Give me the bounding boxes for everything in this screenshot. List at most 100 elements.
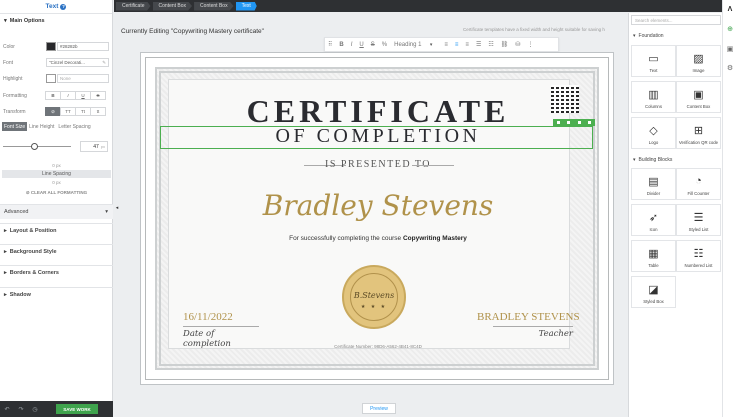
save-button[interactable]: SAVE WORK [56,404,98,414]
layers-icon[interactable]: ▣ [725,44,735,54]
drag-handle-icon[interactable]: ⠿ [328,41,332,48]
teacher-name[interactable]: BRADLEY STEVENS [477,311,580,323]
transform-capitalize-button[interactable]: Tt [75,107,91,116]
element-styled-list[interactable]: ☰ Styled List [676,204,721,236]
transform-upper-button[interactable]: TT [60,107,76,116]
panel-title: Text [45,3,59,10]
toolbar-strike[interactable]: S [371,42,375,48]
color-swatch[interactable] [46,42,56,51]
list-icon[interactable]: ☰ [476,41,481,48]
toolbar-italic[interactable]: I [351,42,353,48]
underline-button[interactable]: U [75,91,91,100]
section-background-style[interactable]: ▸ Background Style [0,244,113,259]
element-icon[interactable]: ➶ Icon [631,204,676,236]
certificate-number[interactable]: Certificate Number: 98D6-A562-4B41-8C4D [141,344,615,349]
group-building-blocks[interactable]: ▾ Building Blocks [629,155,723,165]
italic-button[interactable]: I [60,91,76,100]
transform-none-button[interactable]: ⊘ [45,107,61,116]
move-icon[interactable] [556,121,560,124]
left-panel: Text ? ▾ Main Options Color #28282b Font… [0,0,113,417]
search-input[interactable]: Search elements... [631,15,721,25]
element-divider[interactable]: ▤ Divider [631,168,676,200]
element-image[interactable]: ▨ Image [676,45,721,77]
tile-label: Verification QR code [678,140,719,145]
course-prefix: For successfully completing the course [289,235,402,242]
section-borders-corners[interactable]: ▸ Borders & Corners [0,265,113,280]
more-icon[interactable]: ⋮ [527,41,533,48]
styled-list-icon: ☰ [693,212,704,224]
element-table[interactable]: ▦ Table [631,240,676,272]
align-left-icon[interactable]: ≡ [444,42,448,48]
certificate-canvas: CERTIFICATE OF COMPLETION IS PRESENTED T… [140,52,614,385]
tab-font-size[interactable]: Font Size [2,122,28,131]
highlight-swatch[interactable] [46,74,56,83]
collapse-panel-icon[interactable]: ◂ [113,203,121,213]
group-label: Building Blocks [638,157,673,163]
tab-line-height[interactable]: Line Height [27,122,56,131]
redo-icon[interactable]: ↷ [14,401,28,417]
line-spacing-bar[interactable]: Line Spacing [2,170,111,178]
toolbar-underline[interactable]: U [359,42,363,48]
bold-button[interactable]: B [45,91,61,100]
teacher-label[interactable]: Teacher [493,326,573,339]
breadcrumb-text[interactable]: Text [235,1,257,11]
highlight-input[interactable]: None [57,74,109,83]
ordered-list-icon[interactable]: ☷ [488,41,493,48]
tile-label: Table [648,263,659,268]
certificate-subtitle[interactable]: OF COMPLETION [141,125,615,148]
group-foundation[interactable]: ▾ Foundation [629,31,723,41]
font-value: "Cinzel Decorati... [49,60,85,65]
transform-lower-button[interactable]: tt [90,107,106,116]
align-right-icon[interactable]: ≡ [465,42,469,48]
breadcrumb-certificate[interactable]: Certificate [116,1,151,11]
element-text[interactable]: ▭ Text [631,45,676,77]
font-size-slider[interactable] [3,143,71,150]
breadcrumb-content-box[interactable]: Content Box [152,1,193,11]
undo-icon[interactable]: ↶ [0,401,14,417]
preview-button[interactable]: Preview [362,403,396,414]
course-line[interactable]: For successfully completing the course C… [141,235,615,242]
help-icon[interactable]: ? [60,3,67,10]
font-size-input[interactable]: 47 px [80,141,108,152]
clear-formatting-button[interactable]: ⊘ CLEAR ALL FORMATTING [0,190,113,196]
delete-icon[interactable] [588,121,592,124]
highlight-row: Highlight None [0,73,113,84]
toolbar-percent[interactable]: % [382,42,387,48]
chevron-right-icon: ▸ [4,228,7,234]
strike-button[interactable]: S [90,91,106,100]
element-content-box[interactable]: ▣ Content Box [676,81,721,113]
history-icon[interactable]: ◷ [28,401,42,417]
heading-select[interactable]: Heading 1 ▾ [394,42,432,48]
breadcrumb-content-box-2[interactable]: Content Box [194,1,234,11]
seal-badge[interactable]: B.Stevens ★ ★ ★ [342,265,406,329]
section-layout-position[interactable]: ▸ Layout & Position [0,223,113,238]
element-logo[interactable]: ◇ Logo [631,117,676,149]
advanced-toggle[interactable]: Advanced ▾ [0,204,113,219]
section-shadow[interactable]: ▸ Shadow [0,287,113,302]
main-options-toggle[interactable]: ▾ Main Options [0,14,112,27]
slider-handle[interactable] [31,143,38,150]
toolbar-bold[interactable]: B [339,42,343,48]
editing-note: Certificate templates have a fixed width… [463,27,605,32]
element-verification-qr[interactable]: ⊞ Verification QR code [676,117,721,149]
gear-icon[interactable]: ⚙ [725,63,735,73]
element-columns[interactable]: ▥ Columns [631,81,676,113]
presented-to[interactable]: IS PRESENTED TO [141,159,615,170]
link-icon[interactable]: ⛓ [501,41,509,48]
database-icon[interactable]: ⛁ [515,41,520,48]
font-select[interactable]: "Cinzel Decorati... ✎ [46,58,109,67]
completion-date[interactable]: 16/11/2022 [183,311,233,323]
element-numbered-list[interactable]: ☷ Numbered List [676,240,721,272]
color-input[interactable]: #28282b [57,42,109,51]
settings-icon[interactable] [567,121,571,124]
add-element-icon[interactable]: ⊕ [725,24,735,34]
color-row: Color #28282b [0,41,113,52]
section-label: Shadow [9,292,31,298]
duplicate-icon[interactable] [577,121,581,124]
tab-letter-spacing[interactable]: Letter Spacing [56,122,92,131]
element-fill-counter[interactable]: ◔ Fill Counter [676,168,721,200]
recipient-name[interactable]: Bradley Stevens [141,189,615,222]
align-center-icon[interactable]: ≡ [455,42,459,48]
element-styled-box[interactable]: ◪ Styled Box [631,276,676,308]
chevron-down-icon: ▾ [633,33,636,39]
